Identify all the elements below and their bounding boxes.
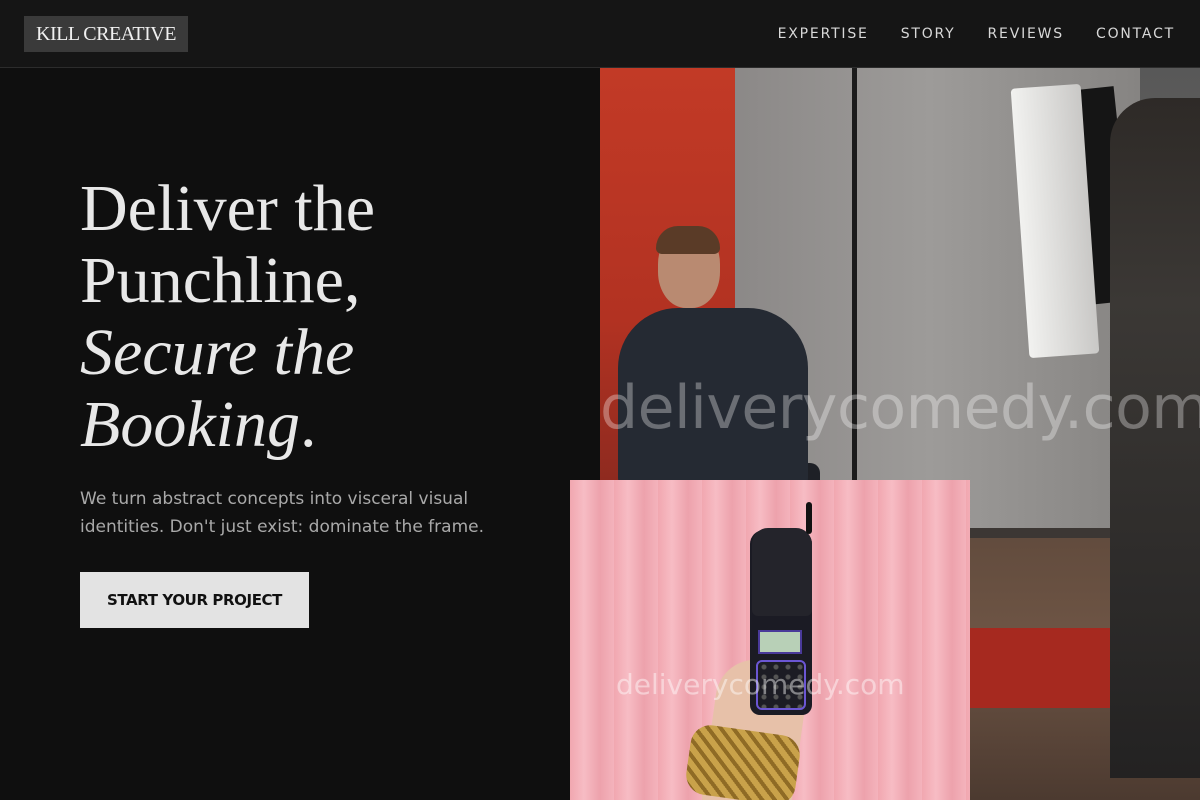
hero-subtitle: We turn abstract concepts into visceral … [80,485,500,541]
top-navigation-bar: KILL CREATIVE EXPERTISE STORY REVIEWS CO… [0,0,1200,68]
light-stand [852,68,857,488]
flip-phone-antenna [806,502,812,534]
nav-link-reviews[interactable]: REVIEWS [988,24,1064,44]
seated-man-hair [656,226,720,254]
hero-headline: Deliver the Punchline, Secure the Bookin… [80,173,580,461]
site-logo[interactable]: KILL CREATIVE [24,16,188,52]
headline-line-4: Booking. [80,389,580,461]
main-nav: EXPERTISE STORY REVIEWS CONTACT [778,24,1175,44]
nav-link-expertise[interactable]: EXPERTISE [778,24,869,44]
hero-subtitle-line-1: We turn abstract concepts into visceral … [80,489,469,509]
flip-phone-screen [758,630,802,654]
seated-man-jacket [618,308,808,488]
headline-line-2: Punchline, [80,244,361,317]
nav-link-story[interactable]: STORY [901,24,956,44]
headline-line-1: Deliver the [80,172,376,245]
headline-booking-word: Booking [80,388,300,461]
nav-link-contact[interactable]: CONTACT [1096,24,1175,44]
flip-phone-keypad [756,660,806,710]
flip-phone-photo: deliverycomedy.com [570,480,970,800]
flip-phone-lid [752,528,812,616]
headline-period: . [299,388,317,461]
hero-subtitle-line-2: identities. Don't just exist: dominate t… [80,517,484,537]
start-project-button[interactable]: START YOUR PROJECT [80,572,309,628]
headline-line-3: Secure the [80,316,355,389]
photographer-silhouette [1110,98,1200,778]
